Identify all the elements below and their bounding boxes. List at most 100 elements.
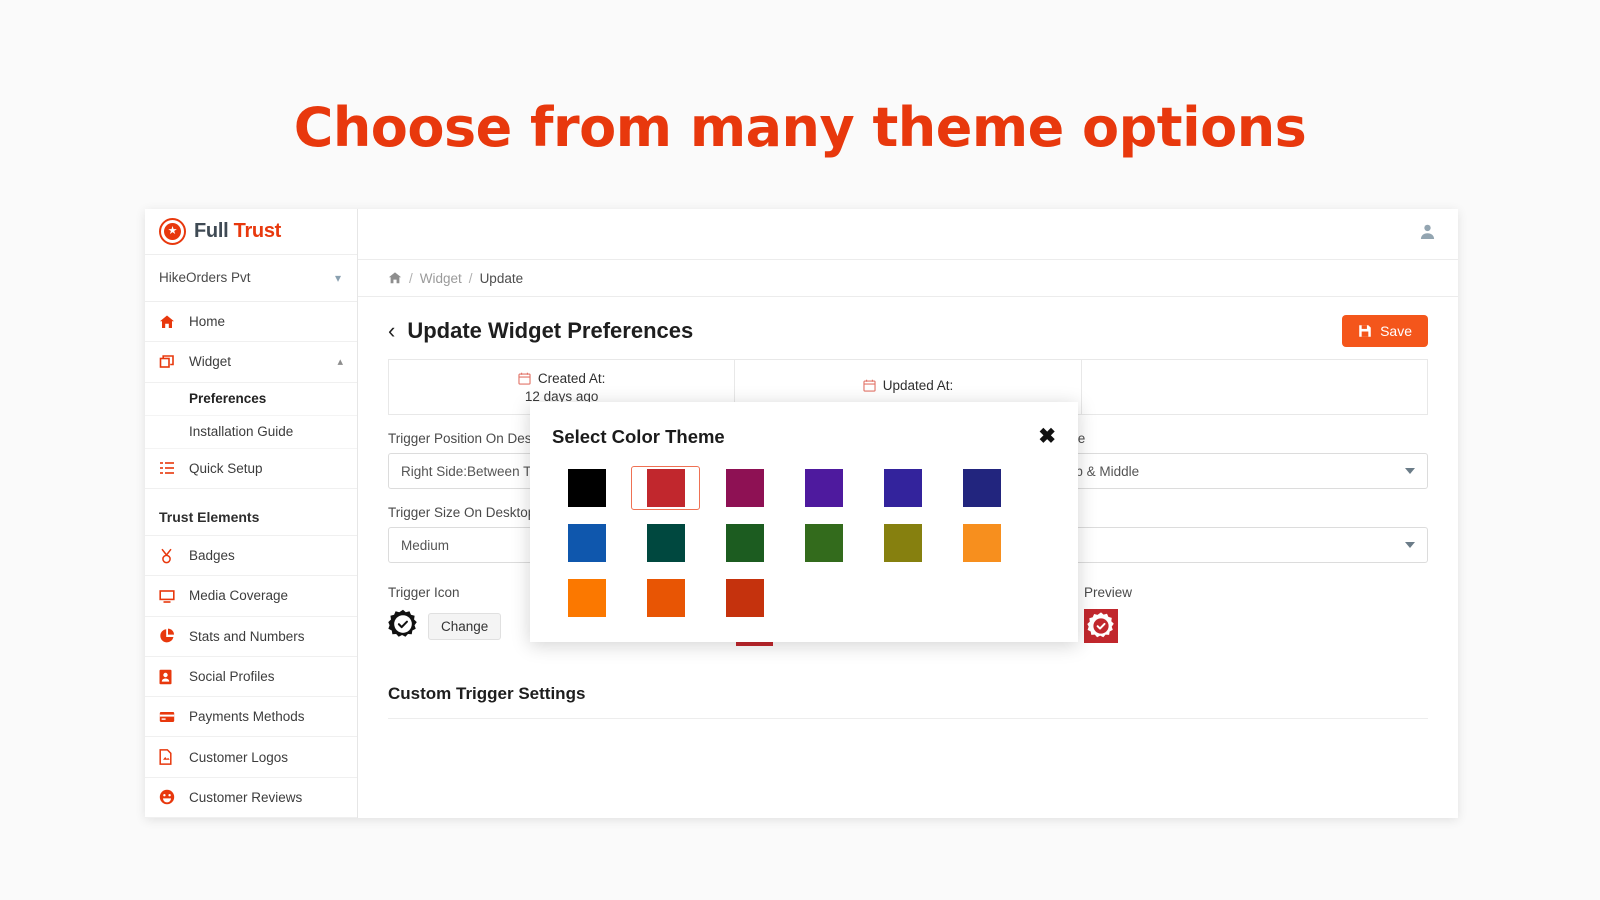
color-swatch-fill-navy-blue[interactable] xyxy=(962,469,1001,507)
sidebar-item-installation-guide-label: Installation Guide xyxy=(189,424,294,440)
sidebar-item-preferences-label: Preferences xyxy=(189,391,267,407)
org-name: HikeOrders Pvt xyxy=(159,270,251,286)
color-swatch-fill-royal-blue[interactable] xyxy=(567,524,606,562)
section-divider xyxy=(388,718,1428,719)
page-header: ‹ Update Widget Preferences Save xyxy=(358,297,1458,359)
preview-badge-check-icon xyxy=(1084,609,1118,648)
color-swatch-fill-bright-orange[interactable] xyxy=(567,579,606,617)
color-swatch-fill-indigo[interactable] xyxy=(883,469,922,507)
id-card-icon xyxy=(159,669,183,685)
custom-trigger-settings-title: Custom Trigger Settings xyxy=(388,684,586,703)
home-icon[interactable] xyxy=(388,271,402,285)
medal-icon xyxy=(159,548,183,564)
sidebar-item-payments-methods[interactable]: Payments Methods xyxy=(145,697,357,738)
sidebar-item-home-label: Home xyxy=(189,314,226,330)
user-icon[interactable] xyxy=(1419,223,1436,245)
list-check-icon xyxy=(159,460,183,476)
widget-icon xyxy=(159,354,183,370)
color-swatch-fill-deep-orange[interactable] xyxy=(646,579,685,617)
color-swatch-fill-black[interactable] xyxy=(567,469,606,507)
caret-down-icon xyxy=(1405,542,1415,548)
color-swatch-fill-magenta-purple[interactable] xyxy=(725,469,764,507)
sidebar-item-social-profiles-label: Social Profiles xyxy=(189,669,275,684)
color-swatch-fill-crimson-red[interactable] xyxy=(646,469,685,507)
sidebar-item-widget[interactable]: Widget ▴ xyxy=(145,342,357,383)
color-swatch-deep-orange[interactable] xyxy=(631,576,700,620)
trigger-icon-change-button[interactable]: Change xyxy=(428,613,502,640)
close-icon[interactable]: ✖ xyxy=(1038,426,1056,447)
color-swatch-violet[interactable] xyxy=(789,466,858,510)
page-title: Update Widget Preferences xyxy=(407,318,694,343)
smiley-icon xyxy=(159,789,183,805)
color-swatch-fill-burnt-orange[interactable] xyxy=(725,579,764,617)
color-swatch-fill-olive-green[interactable] xyxy=(804,524,843,562)
sidebar-item-quick-setup-label: Quick Setup xyxy=(189,460,263,476)
modal-header: Select Color Theme ✖ xyxy=(552,426,1056,448)
color-swatch-indigo[interactable] xyxy=(868,466,937,510)
save-button[interactable]: Save xyxy=(1342,315,1428,347)
sidebar-item-quick-setup[interactable]: Quick Setup xyxy=(145,449,357,490)
sidebar-item-stats-and-numbers[interactable]: Stats and Numbers xyxy=(145,617,357,657)
color-swatch-magenta-purple[interactable] xyxy=(710,466,779,510)
breadcrumb-separator-1: / xyxy=(409,270,413,286)
color-swatch-fill-amber-orange[interactable] xyxy=(962,524,1001,562)
badge-check-icon xyxy=(388,609,418,644)
color-swatch-black[interactable] xyxy=(552,466,621,510)
color-swatch-amber-orange[interactable] xyxy=(947,521,1016,565)
breadcrumb-item-widget[interactable]: Widget xyxy=(420,271,462,286)
brand-name: Full Trust xyxy=(194,220,281,243)
meta-updated-label: Updated At: xyxy=(882,378,954,393)
sidebar-item-badges-label: Badges xyxy=(189,548,235,564)
sidebar-item-payments-methods-label: Payments Methods xyxy=(189,709,305,725)
color-swatch-fill-forest-green[interactable] xyxy=(725,524,764,562)
sidebar-item-home[interactable]: Home xyxy=(145,302,357,343)
brand-logo-area[interactable]: ★ Full Trust xyxy=(145,209,357,255)
color-swatch-royal-blue[interactable] xyxy=(552,521,621,565)
color-swatch-mustard[interactable] xyxy=(868,521,937,565)
sidebar-item-customer-logos[interactable]: Customer Logos xyxy=(145,737,357,778)
brand-name-primary: Full xyxy=(194,219,229,242)
color-swatch-fill-dark-teal[interactable] xyxy=(646,524,685,562)
sidebar-item-customer-reviews-label: Customer Reviews xyxy=(189,789,303,805)
org-switcher[interactable]: HikeOrders Pvt ▾ xyxy=(145,255,357,303)
preview-label: Preview xyxy=(1084,585,1133,600)
brand-name-secondary: Trust xyxy=(233,219,282,242)
monitor-icon xyxy=(159,588,183,604)
breadcrumb-separator-2: / xyxy=(468,270,473,286)
sidebar-item-social-profiles[interactable]: Social Profiles xyxy=(145,657,357,698)
sidebar-item-customer-reviews[interactable]: Customer Reviews xyxy=(145,778,357,818)
color-swatch-burnt-orange[interactable] xyxy=(710,576,779,620)
chevron-up-icon: ▴ xyxy=(337,356,343,369)
color-swatch-crimson-red[interactable] xyxy=(631,466,700,510)
caret-down-icon xyxy=(1405,468,1415,474)
color-swatch-fill-violet[interactable] xyxy=(804,469,843,507)
pie-chart-icon xyxy=(159,628,183,644)
breadcrumb: / Widget / Update xyxy=(358,260,1458,297)
color-swatch-navy-blue[interactable] xyxy=(947,466,1016,510)
sidebar-item-customer-logos-label: Customer Logos xyxy=(189,749,289,765)
color-swatch-olive-green[interactable] xyxy=(789,521,858,565)
sidebar-item-stats-and-numbers-label: Stats and Numbers xyxy=(189,628,305,644)
preview-group: Preview xyxy=(1084,585,1428,648)
floppy-disk-icon xyxy=(1358,324,1372,338)
sidebar-item-preferences[interactable]: Preferences xyxy=(145,383,357,416)
color-swatch-dark-teal[interactable] xyxy=(631,521,700,565)
desktop-size-value: Medium xyxy=(401,537,450,553)
color-swatch-fill-mustard[interactable] xyxy=(883,524,922,562)
promo-headline: Choose from many theme options xyxy=(293,96,1307,159)
chevron-left-icon[interactable]: ‹ xyxy=(388,320,395,342)
sidebar-section-trust-elements: Trust Elements xyxy=(145,495,357,537)
color-swatch-forest-green[interactable] xyxy=(710,521,779,565)
meta-created-label: Created At: xyxy=(537,370,606,386)
sidebar-item-installation-guide[interactable]: Installation Guide xyxy=(145,416,357,449)
sidebar-item-media-coverage[interactable]: Media Coverage xyxy=(145,576,357,617)
sidebar: ★ Full Trust HikeOrders Pvt ▾ Home Widge… xyxy=(145,209,358,818)
calendar-icon xyxy=(863,379,876,392)
sidebar-item-widget-label: Widget xyxy=(189,354,232,370)
color-swatch-bright-orange[interactable] xyxy=(552,576,621,620)
star-badge-icon: ★ xyxy=(159,217,186,245)
screenshot-root: Choose from many theme options ★ Full Tr… xyxy=(0,0,1600,900)
sidebar-item-badges[interactable]: Badges xyxy=(145,536,357,577)
meta-empty xyxy=(1082,360,1427,414)
select-color-theme-modal: Select Color Theme ✖ xyxy=(530,402,1078,642)
